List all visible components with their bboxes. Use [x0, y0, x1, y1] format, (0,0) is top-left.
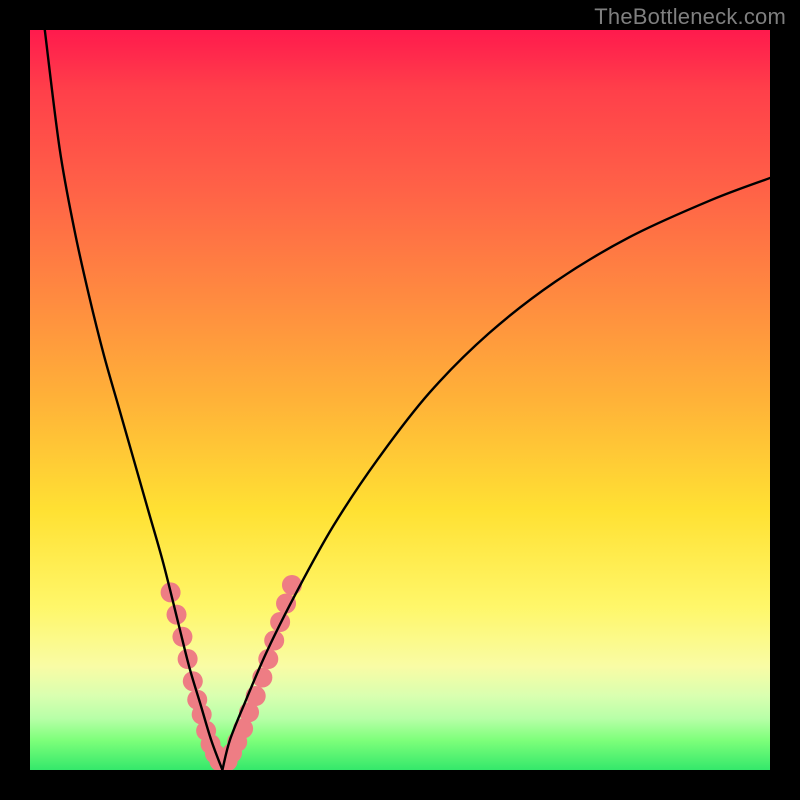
marker-layer [161, 575, 302, 770]
marker-dot [282, 575, 302, 595]
watermark-text: TheBottleneck.com [594, 4, 786, 30]
plot-area [30, 30, 770, 770]
chart-svg [30, 30, 770, 770]
curve-layer [45, 30, 770, 770]
curve-right-branch [222, 178, 770, 770]
